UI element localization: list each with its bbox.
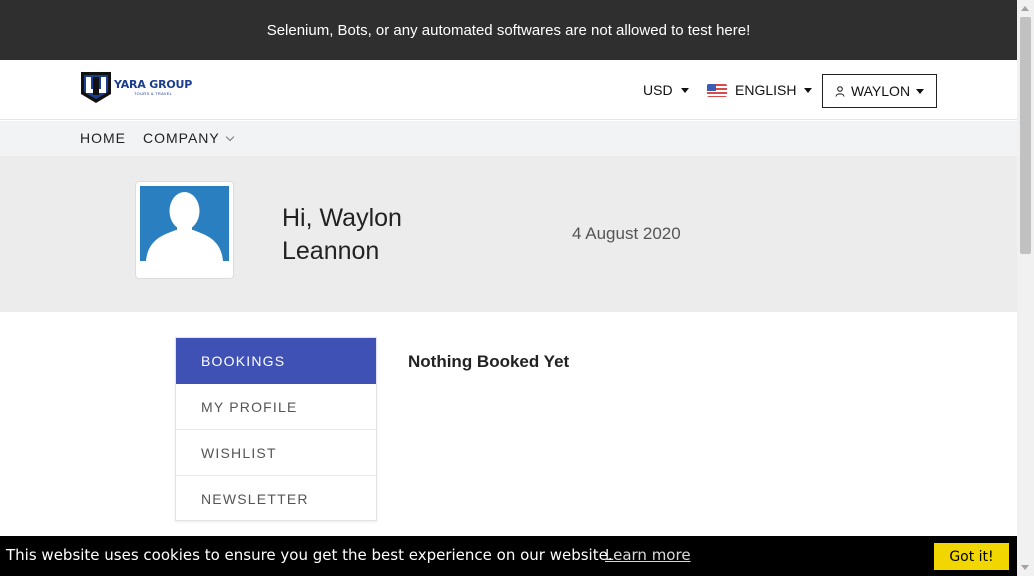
menu-item-label: BOOKINGS — [201, 353, 286, 369]
account-side-menu: BOOKINGS MY PROFILE WISHLIST NEWSLETTER — [175, 337, 377, 521]
scroll-up-arrow-icon[interactable] — [1021, 6, 1029, 11]
chevron-down-icon — [225, 132, 234, 141]
scroll-down-arrow-icon[interactable] — [1021, 565, 1029, 570]
user-account-dropdown[interactable]: WAYLON — [822, 74, 937, 108]
menu-item-label: NEWSLETTER — [201, 491, 309, 507]
avatar-frame — [135, 181, 234, 279]
caret-down-icon — [804, 87, 813, 93]
cookie-consent-bar: This website uses cookies to ensure you … — [0, 536, 1017, 576]
main-nav: HOME COMPANY — [0, 121, 1017, 156]
person-silhouette-icon — [146, 192, 223, 261]
logo-tagline: TOURS & TRAVEL — [134, 91, 173, 96]
currency-dropdown[interactable]: USD — [643, 82, 689, 98]
profile-header: Hi, Waylon Leannon 4 August 2020 — [0, 156, 1017, 312]
menu-item-bookings[interactable]: BOOKINGS — [176, 338, 376, 384]
greeting-heading: Hi, Waylon Leannon — [282, 202, 402, 268]
greeting-line-2: Leannon — [282, 237, 380, 265]
avatar-placeholder — [140, 186, 229, 261]
menu-item-my-profile[interactable]: MY PROFILE — [176, 384, 376, 430]
scrollbar-thumb[interactable] — [1020, 17, 1031, 254]
currency-label: USD — [643, 82, 673, 98]
site-header: YARA GROUP TOURS & TRAVEL USD ENGLISH WA… — [0, 60, 1017, 120]
current-date: 4 August 2020 — [572, 224, 681, 243]
user-icon — [835, 85, 845, 97]
user-name-label: WAYLON — [850, 83, 911, 99]
nav-company[interactable]: COMPANY — [143, 130, 234, 146]
page-scrollbar[interactable] — [1017, 0, 1034, 576]
logo-name: YARA GROUP — [114, 78, 193, 91]
site-logo[interactable]: YARA GROUP TOURS & TRAVEL — [80, 70, 192, 104]
cookie-learn-more-link[interactable]: Learn more — [605, 546, 691, 564]
menu-item-newsletter[interactable]: NEWSLETTER — [176, 476, 376, 522]
flag-us-icon — [707, 83, 727, 97]
greeting-line-1: Hi, Waylon — [282, 204, 402, 232]
nav-home[interactable]: HOME — [80, 130, 126, 146]
caret-down-icon — [680, 87, 689, 93]
cookie-accept-button[interactable]: Got it! — [934, 543, 1009, 570]
menu-item-label: WISHLIST — [201, 444, 277, 461]
language-dropdown[interactable]: ENGLISH — [707, 82, 813, 98]
warning-text: Selenium, Bots, or any automated softwar… — [266, 21, 751, 39]
menu-item-wishlist[interactable]: WISHLIST — [176, 430, 376, 476]
language-label: ENGLISH — [735, 82, 797, 98]
empty-bookings-message: Nothing Booked Yet — [408, 352, 570, 371]
nav-company-label: COMPANY — [143, 130, 220, 146]
caret-down-icon — [916, 88, 925, 94]
logo-mark-icon — [81, 72, 111, 103]
menu-item-label: MY PROFILE — [201, 398, 298, 415]
nav-home-label: HOME — [80, 130, 126, 146]
cookie-message: This website uses cookies to ensure you … — [6, 546, 613, 564]
automation-warning-bar: Selenium, Bots, or any automated softwar… — [0, 0, 1017, 60]
